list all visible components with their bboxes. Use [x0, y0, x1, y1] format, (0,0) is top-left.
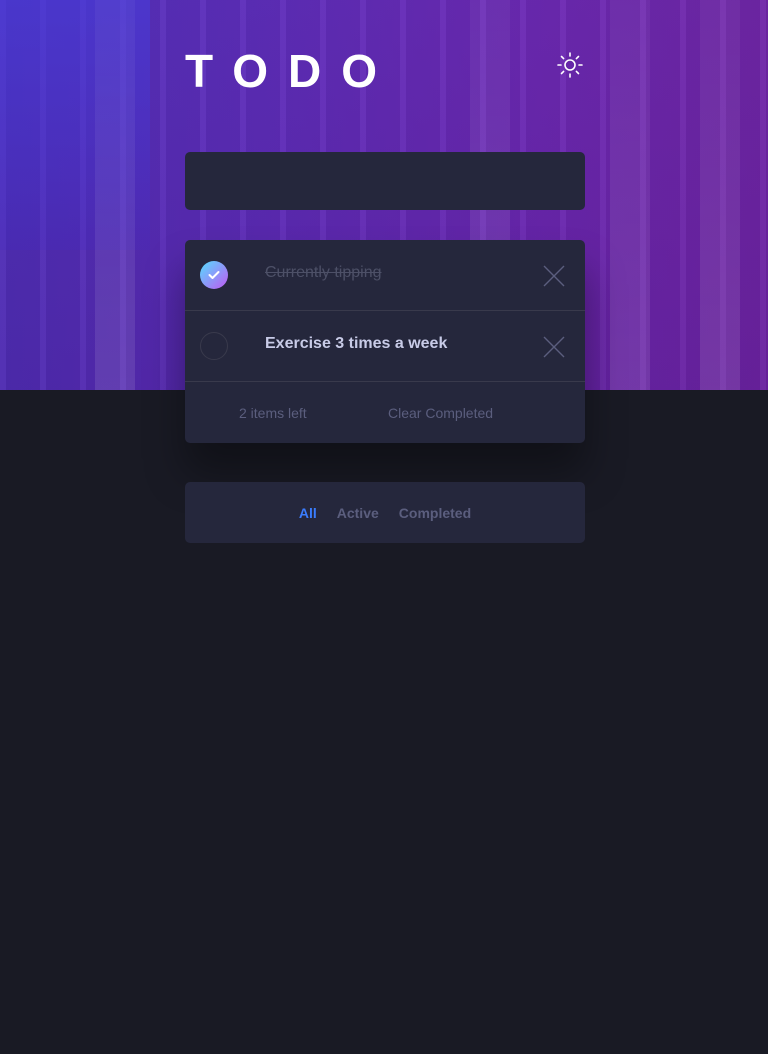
todo-list: Currently tipping Exercise 3 times a wee…: [185, 240, 585, 443]
delete-todo-button[interactable]: [543, 265, 565, 287]
filter-bar: All Active Completed: [185, 482, 585, 543]
close-icon: [543, 336, 565, 358]
sun-icon: [557, 52, 583, 78]
filter-completed[interactable]: Completed: [399, 505, 471, 521]
theme-toggle-button[interactable]: [556, 51, 584, 79]
todo-footer: 2 items left Clear Completed: [185, 382, 585, 443]
app-title: TODO: [185, 45, 398, 97]
close-icon: [543, 265, 565, 287]
items-left-count: 2 items left: [239, 405, 307, 421]
filter-all[interactable]: All: [299, 505, 317, 521]
todo-text: Exercise 3 times a week: [265, 335, 448, 352]
filter-active[interactable]: Active: [337, 505, 379, 521]
delete-todo-button[interactable]: [543, 336, 565, 358]
check-icon: [208, 271, 220, 279]
list-item: Currently tipping: [185, 240, 585, 311]
background-pillar: [95, 0, 135, 390]
new-todo-input[interactable]: [185, 152, 585, 210]
todo-text: Currently tipping: [265, 264, 382, 281]
background-pillar: [610, 0, 650, 390]
todo-checkbox[interactable]: [200, 332, 228, 360]
background-pillar: [700, 0, 740, 390]
todo-checkbox-checked[interactable]: [200, 261, 228, 289]
list-item: Exercise 3 times a week: [185, 311, 585, 382]
clear-completed-button[interactable]: Clear Completed: [388, 405, 493, 421]
